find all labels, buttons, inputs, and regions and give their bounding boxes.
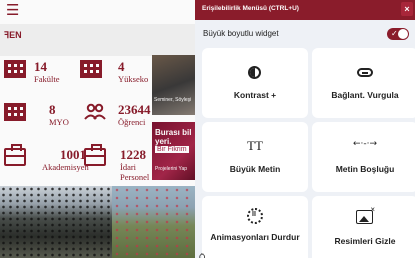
stat-label: Öğrenci bbox=[118, 117, 146, 127]
stat-label: Fakülte bbox=[34, 74, 60, 84]
hero-strip bbox=[0, 24, 200, 56]
accessibility-panel: Erişilebilirlik Menüsü (CTRL+U) × Büyük … bbox=[195, 0, 415, 258]
highlight-links-button[interactable]: Bağlant. Vurgula bbox=[312, 48, 415, 118]
large-widget-toggle[interactable]: ✓ bbox=[387, 28, 409, 40]
text-spacing-label: Metin Boşluğu bbox=[335, 164, 395, 174]
stat-value: 1001 bbox=[60, 147, 86, 162]
building-icon bbox=[4, 60, 26, 78]
stat-label: İdari Personel bbox=[120, 162, 150, 182]
seminar-caption: Seminer, Söyleşi bbox=[154, 97, 192, 103]
link-icon bbox=[357, 68, 373, 77]
text-spacing-icon: ←·-·→ bbox=[352, 139, 378, 149]
big-text-label: Büyük Metin bbox=[229, 164, 281, 174]
top-bar: ☰ bbox=[0, 0, 200, 22]
promo-line-2: yeri. bbox=[155, 137, 172, 146]
pause-animation-icon bbox=[247, 208, 263, 224]
big-text-button[interactable]: TT Büyük Metin bbox=[202, 122, 308, 192]
text-size-icon: TT bbox=[247, 138, 263, 153]
panel-header: Erişilebilirlik Menüsü (CTRL+U) × bbox=[195, 0, 415, 20]
toggle-knob bbox=[398, 29, 408, 39]
promo-line-1: Burası bil bbox=[155, 128, 192, 137]
contrast-label: Kontrast + bbox=[233, 90, 277, 100]
large-widget-row: Büyük boyutlu widget ✓ bbox=[195, 24, 415, 44]
stat-label: Akademisyen bbox=[42, 162, 89, 172]
check-icon: ✓ bbox=[391, 29, 398, 38]
close-icon[interactable]: × bbox=[401, 2, 413, 16]
hide-images-label: Resimleri Gizle bbox=[334, 236, 396, 246]
promo-badge: Bir Fikrim bbox=[155, 146, 189, 153]
pause-animations-button[interactable]: Animasyonları Durdur bbox=[202, 196, 308, 258]
people-icon bbox=[84, 103, 106, 121]
stat-value: 23644 bbox=[118, 102, 151, 117]
hide-images-button[interactable]: Resimleri Gizle bbox=[312, 196, 415, 258]
language-link[interactable]: ꟻEN bbox=[4, 30, 22, 41]
contrast-button[interactable]: Kontrast + bbox=[202, 48, 308, 118]
large-widget-label: Büyük boyutlu widget bbox=[203, 29, 279, 38]
building-icon bbox=[4, 103, 26, 121]
hide-images-icon bbox=[356, 205, 375, 224]
hamburger-icon[interactable]: ☰ bbox=[6, 2, 19, 18]
building-icon bbox=[80, 60, 102, 78]
graduation-photo bbox=[0, 186, 112, 258]
stat-label: MYO bbox=[49, 117, 69, 127]
stat-label: Yükseko bbox=[118, 74, 149, 84]
stat-value: 8 bbox=[49, 102, 56, 117]
promo-small-text: Projelerini Yap bbox=[155, 166, 188, 172]
stat-value: 14 bbox=[34, 59, 47, 74]
stat-value: 4 bbox=[118, 59, 125, 74]
bottom-scroll-char: Ö bbox=[199, 253, 206, 258]
panel-title: Erişilebilirlik Menüsü (CTRL+U) bbox=[202, 5, 299, 12]
briefcase-icon bbox=[4, 144, 26, 166]
seminar-photo[interactable] bbox=[152, 55, 200, 115]
briefcase-icon bbox=[84, 144, 106, 166]
stat-value: 1228 bbox=[120, 147, 146, 162]
highlight-links-label: Bağlant. Vurgula bbox=[331, 90, 399, 100]
pause-animations-label: Animasyonları Durdur bbox=[210, 232, 300, 242]
campus-photo bbox=[112, 186, 200, 258]
text-spacing-button[interactable]: ←·-·→ Metin Boşluğu bbox=[312, 122, 415, 192]
promo-headline: Burası bil yeri. bbox=[155, 128, 191, 146]
contrast-icon bbox=[248, 66, 261, 79]
